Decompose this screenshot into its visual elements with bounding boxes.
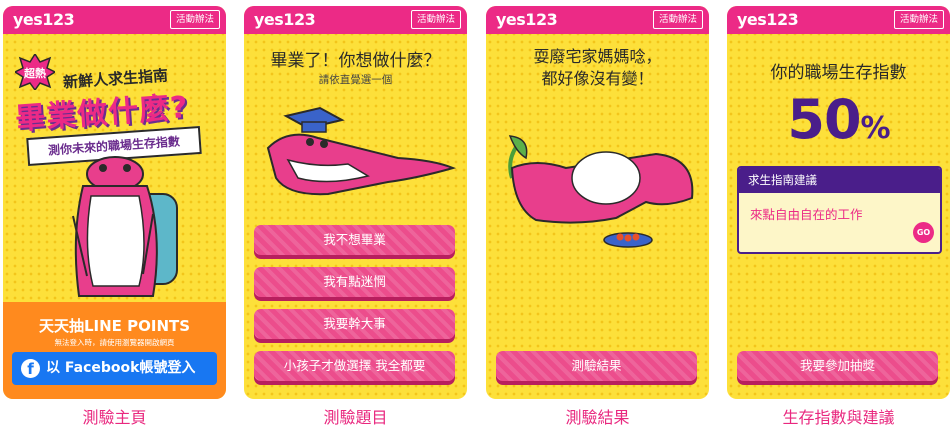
frog-backpack-illustration: [72, 156, 178, 297]
question-title: 畢業了！你想做什麼？: [270, 51, 441, 71]
result-line-2: 都好像沒有變！: [541, 69, 654, 88]
top-bar: yes123 活動辦法: [727, 6, 950, 34]
rules-button[interactable]: 活動辦法: [410, 10, 461, 29]
advice-header: 求生指南建議: [739, 168, 940, 193]
rules-button[interactable]: 活動辦法: [652, 10, 703, 29]
yes123-logo[interactable]: yes123: [737, 10, 799, 29]
result-text: 耍廢宅家媽媽唸， 都好像沒有變！: [486, 46, 709, 90]
result-button[interactable]: 測驗結果: [496, 351, 697, 381]
hot-badge-label: 超熱: [23, 66, 46, 80]
result-line-1: 耍廢宅家媽媽唸，: [533, 47, 662, 66]
top-bar: yes123 活動辦法: [486, 6, 709, 34]
screen-question: yes123 活動辦法 畢業了！你想做什麼？ 請依直覺選一個 我不想畢業 我有點…: [244, 6, 467, 399]
question-hint: 請依直覺選一個: [318, 74, 393, 86]
score-value: 50%: [727, 88, 950, 151]
rules-button[interactable]: 活動辦法: [893, 10, 944, 29]
promo-text: 天天抽LINE POINTS: [38, 317, 191, 335]
top-bar: yes123 活動辦法: [3, 6, 226, 34]
yes123-logo[interactable]: yes123: [496, 10, 558, 29]
login-note: 無法登入時，請使用瀏覽器開啟網頁: [54, 338, 175, 347]
go-button[interactable]: GO: [913, 222, 934, 243]
frog-graduate-illustration: [266, 106, 457, 196]
score-unit: %: [860, 111, 891, 146]
screen-home: yes123 活動辦法 超熱 新鮮人求生指南 畢業做什麼? 測你未來的職場生存指…: [3, 6, 226, 399]
option-2-button[interactable]: 我有點迷惘: [254, 267, 455, 297]
screen-result: yes123 活動辦法 耍廢宅家媽媽唸， 都好像沒有變！ 測驗結果: [486, 6, 709, 399]
rules-button[interactable]: 活動辦法: [169, 10, 220, 29]
top-bar: yes123 活動辦法: [244, 6, 467, 34]
screen-score: yes123 活動辦法 你的職場生存指數 50% 求生指南建議 來點自由自在的工…: [727, 6, 950, 399]
score-number: 50: [787, 88, 861, 151]
score-title: 你的職場生存指數: [770, 63, 907, 83]
facebook-login-button[interactable]: f 以 Facebook帳號登入: [12, 352, 217, 385]
hot-badge-icon: 超熱: [15, 54, 55, 90]
caption-question: 測驗題目: [323, 408, 388, 427]
caption-result: 測驗結果: [565, 408, 630, 427]
yes123-logo[interactable]: yes123: [13, 10, 75, 29]
caption-score: 生存指數與建議: [782, 408, 895, 427]
option-3-button[interactable]: 我要幹大事: [254, 309, 455, 339]
caption-home: 測驗主頁: [82, 408, 147, 427]
facebook-login-label: 以 Facebook帳號登入: [46, 360, 196, 376]
option-4-button[interactable]: 小孩子才做選擇 我全都要: [254, 351, 455, 381]
yes123-logo[interactable]: yes123: [254, 10, 316, 29]
facebook-icon: f: [21, 359, 40, 378]
join-lottery-button[interactable]: 我要參加抽獎: [737, 351, 938, 381]
option-1-button[interactable]: 我不想畢業: [254, 225, 455, 255]
frog-lounging-illustration: [508, 135, 694, 248]
advice-card: 求生指南建議 來點自由自在的工作 GO: [737, 166, 942, 254]
advice-text: 來點自由自在的工作: [750, 207, 863, 222]
